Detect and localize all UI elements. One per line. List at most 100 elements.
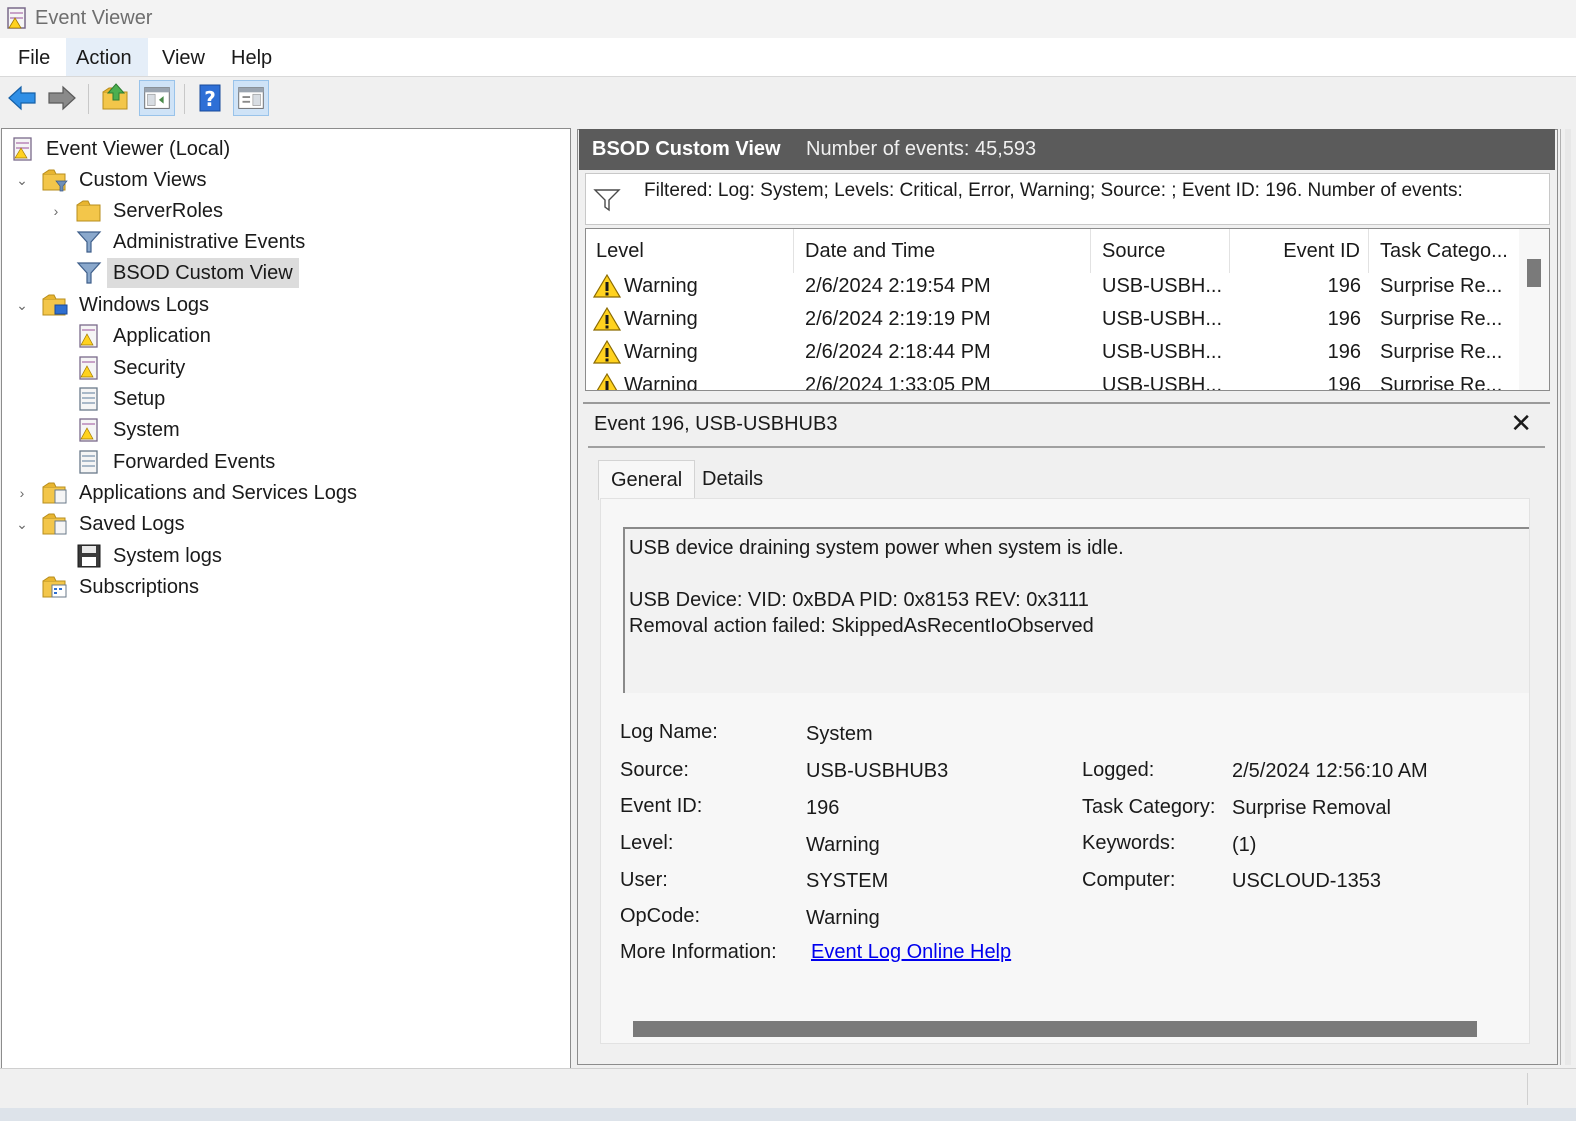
tree-node-apps-services-logs[interactable]: › Applications and Services Logs [14, 478, 434, 508]
right-vertical-scrollbar[interactable] [1560, 129, 1576, 1065]
value-logged: 2/5/2024 12:56:10 AM [1232, 760, 1428, 782]
label-opcode: OpCode: [620, 905, 701, 927]
filter-funnel-icon [76, 262, 102, 284]
view-name: BSOD Custom View [592, 138, 781, 160]
label-level: Level: [620, 832, 674, 854]
cell-event-id: 196 [1327, 275, 1361, 297]
cell-event-id: 196 [1327, 341, 1361, 363]
chevron-right-icon[interactable]: › [48, 196, 64, 226]
tree-node-windows-logs[interactable]: ⌄ Windows Logs [14, 290, 414, 320]
table-row[interactable]: Warning 2/6/2024 2:19:19 PM USB-USBH... … [586, 303, 1516, 336]
tab-details[interactable]: Details [690, 460, 775, 498]
value-keywords: (1) [1232, 834, 1257, 856]
forward-arrow-icon[interactable] [44, 80, 80, 116]
column-header-event-id[interactable]: Event ID [1241, 229, 1369, 273]
message-line: USB Device: VID: 0xBDA PID: 0x8153 REV: … [629, 589, 1089, 611]
console-tree: Event Viewer (Local) ⌄ Custom Views › Se… [1, 128, 571, 1069]
menu-view[interactable]: View [152, 38, 215, 76]
cell-source: USB-USBH... [1102, 341, 1223, 363]
tree-node-label: BSOD Custom View [107, 258, 299, 288]
tree-node-label: Administrative Events [113, 231, 306, 253]
chevron-down-icon[interactable]: ⌄ [14, 509, 30, 539]
scrollbar-thumb[interactable] [1527, 259, 1541, 287]
tab-general[interactable]: General [598, 460, 696, 500]
event-detail-pane: Event 196, USB-USBHUB3 ✕ General Details… [583, 402, 1550, 1060]
event-viewer-app-icon [7, 7, 26, 29]
label-keywords: Keywords: [1082, 832, 1176, 854]
cell-source: USB-USBH... [1102, 308, 1223, 330]
tree-node-setup[interactable]: Setup [76, 384, 476, 414]
chevron-down-icon[interactable]: ⌄ [14, 165, 30, 195]
tree-node-saved-logs[interactable]: ⌄ Saved Logs [14, 509, 414, 539]
value-user: SYSTEM [806, 870, 889, 892]
tree-node-bsod-custom-view[interactable]: BSOD Custom View [76, 258, 476, 288]
menu-file[interactable]: File [8, 38, 60, 76]
event-viewer-icon [13, 137, 32, 161]
cell-date-time: 2/6/2024 2:18:44 PM [805, 341, 991, 363]
tree-node-label: Event Viewer (Local) [46, 138, 231, 160]
cell-event-id: 196 [1327, 374, 1361, 391]
tree-node-system-logs[interactable]: System logs [76, 541, 476, 571]
custom-views-folder-icon [42, 169, 68, 192]
scrollbar-thumb[interactable] [1565, 129, 1571, 1065]
up-folder-icon[interactable] [97, 80, 133, 116]
status-bar [0, 1068, 1576, 1108]
svg-text:?: ? [204, 87, 216, 111]
cell-task-category: Surprise Re... [1380, 374, 1503, 391]
column-header-source[interactable]: Source [1102, 229, 1230, 273]
back-arrow-icon[interactable] [4, 80, 40, 116]
help-icon[interactable]: ? [191, 80, 227, 116]
cell-level: Warning [624, 374, 698, 391]
warning-icon [596, 372, 618, 390]
event-log-online-help-link[interactable]: Event Log Online Help [811, 941, 1011, 964]
column-header-level[interactable]: Level [596, 229, 794, 273]
cell-event-id: 196 [1327, 308, 1361, 330]
table-row[interactable]: Warning 2/6/2024 1:33:05 PM USB-USBH... … [586, 369, 1516, 391]
event-message-box[interactable]: USB device draining system power when sy… [623, 527, 1529, 693]
label-logged: Logged: [1082, 759, 1155, 781]
show-hide-action-pane-icon[interactable] [233, 80, 269, 116]
folder-icon [76, 200, 101, 222]
floppy-disk-icon [77, 544, 101, 568]
tree-node-system[interactable]: System [76, 415, 476, 445]
menu-help[interactable]: Help [221, 38, 282, 76]
tree-node-forwarded-events[interactable]: Forwarded Events [76, 447, 476, 477]
event-detail-title: Event 196, USB-USBHUB3 [594, 413, 838, 435]
warning-icon [593, 273, 621, 298]
value-event-id: 196 [806, 797, 840, 819]
table-row[interactable]: Warning 2/6/2024 2:18:44 PM USB-USBH... … [586, 336, 1516, 369]
tree-node-security[interactable]: Security [76, 353, 476, 383]
status-separator [1527, 1073, 1528, 1105]
value-source: USB-USBHUB3 [806, 760, 949, 782]
filter-description: Filtered: Log: System; Levels: Critical,… [644, 180, 1463, 201]
tree-node-application[interactable]: Application [76, 321, 476, 351]
close-icon[interactable]: ✕ [1510, 408, 1532, 439]
show-hide-tree-icon[interactable] [139, 80, 175, 116]
column-header-date-time[interactable]: Date and Time [805, 229, 1091, 273]
label-log-name: Log Name: [620, 721, 718, 743]
tree-node-root[interactable]: Event Viewer (Local) [10, 134, 410, 164]
tree-node-server-roles[interactable]: › ServerRoles [48, 196, 448, 226]
value-opcode: Warning [806, 907, 880, 929]
label-more-information: More Information: [620, 941, 777, 963]
logs-folder-icon [42, 482, 67, 504]
cell-level: Warning [624, 275, 698, 297]
chevron-right-icon[interactable]: › [14, 478, 30, 508]
cell-date-time: 2/6/2024 1:33:05 PM [805, 374, 991, 391]
tree-node-subscriptions[interactable]: Subscriptions [14, 572, 414, 602]
cell-level: Warning [624, 341, 698, 363]
column-header-task-category[interactable]: Task Catego... [1380, 229, 1518, 273]
cell-task-category: Surprise Re... [1380, 308, 1503, 330]
window-title: Event Viewer [35, 7, 153, 29]
tree-node-label: System [113, 419, 180, 441]
detail-horizontal-scrollbar[interactable] [633, 1021, 1477, 1037]
menu-action[interactable]: Action [66, 38, 148, 76]
title-bar: Event Viewer [0, 0, 1576, 38]
toolbar-separator [184, 84, 185, 114]
cell-task-category: Surprise Re... [1380, 341, 1503, 363]
tree-node-custom-views[interactable]: ⌄ Custom Views [14, 165, 414, 195]
chevron-down-icon[interactable]: ⌄ [14, 290, 30, 320]
table-row[interactable]: Warning 2/6/2024 2:19:54 PM USB-USBH... … [586, 270, 1516, 303]
tree-node-administrative-events[interactable]: Administrative Events [76, 227, 476, 257]
list-vertical-scrollbar[interactable] [1519, 229, 1549, 390]
